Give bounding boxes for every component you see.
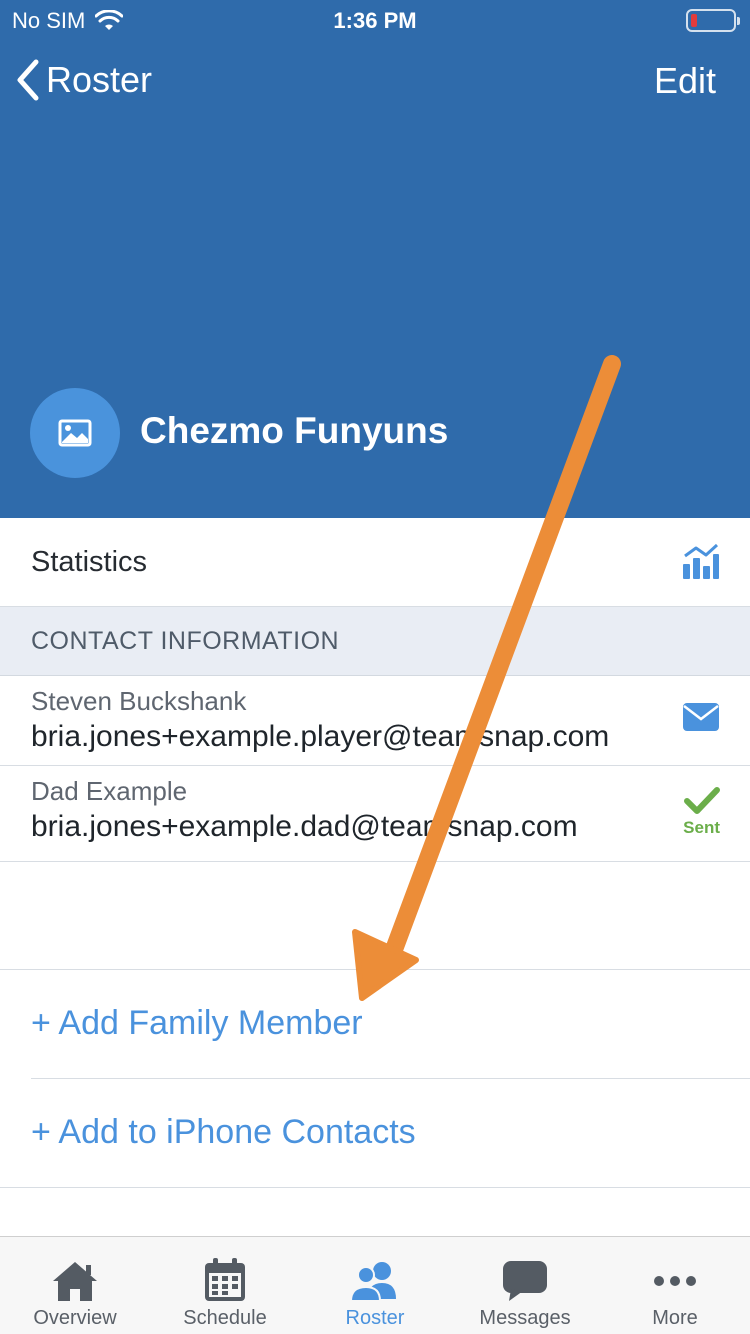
divider — [0, 1187, 750, 1188]
battery-icon — [686, 9, 740, 32]
divider — [31, 1078, 750, 1079]
statistics-row[interactable]: Statistics — [0, 518, 750, 607]
envelope-icon — [683, 703, 719, 731]
calendar-icon — [205, 1258, 245, 1301]
contact-name: Dad Example — [31, 776, 188, 806]
invite-status: Sent — [683, 786, 720, 838]
contact-email: bria.jones+example.player@teamsnap.com — [31, 720, 610, 753]
contact-row[interactable]: Dad Example bria.jones+example.dad@teams… — [0, 766, 750, 862]
team-avatar[interactable] — [30, 388, 120, 478]
tab-label: Schedule — [183, 1307, 267, 1329]
contact-email: bria.jones+example.dad@teamsnap.com — [31, 810, 578, 843]
team-name: Chezmo Funyuns — [140, 410, 449, 451]
edit-button[interactable]: Edit — [654, 60, 716, 102]
tab-roster[interactable]: Roster — [300, 1237, 450, 1334]
statistics-chart-icon — [683, 543, 719, 579]
checkmark-icon — [683, 787, 720, 814]
tab-label: More — [652, 1307, 698, 1329]
image-placeholder-icon — [58, 419, 92, 447]
chat-bubble-icon — [503, 1261, 547, 1301]
add-family-member-button[interactable]: + Add Family Member — [31, 1004, 363, 1043]
tab-schedule[interactable]: Schedule — [150, 1237, 300, 1334]
sent-label: Sent — [683, 818, 720, 837]
add-to-iphone-contacts-button[interactable]: + Add to iPhone Contacts — [31, 1113, 416, 1152]
section-title: CONTACT INFORMATION — [31, 626, 340, 655]
tab-messages[interactable]: Messages — [450, 1237, 600, 1334]
status-time: 1:36 PM — [333, 8, 417, 33]
contact-row[interactable]: Steven Buckshank bria.jones+example.play… — [0, 676, 750, 766]
tab-label: Overview — [33, 1307, 117, 1329]
tab-bar: Overview Schedule Roster Messages More — [0, 1236, 750, 1334]
house-icon — [53, 1262, 97, 1301]
people-icon — [349, 1262, 396, 1302]
header: No SIM 1:36 PM Roster Edit Chezmo Funyun… — [0, 0, 750, 518]
tab-overview[interactable]: Overview — [0, 1237, 150, 1334]
contact-action[interactable] — [682, 702, 720, 732]
ellipsis-icon — [654, 1276, 696, 1286]
contact-name: Steven Buckshank — [31, 686, 247, 716]
status-bar: No SIM 1:36 PM — [0, 0, 750, 40]
statistics-label: Statistics — [31, 545, 148, 578]
tab-label: Roster — [345, 1307, 405, 1329]
divider — [0, 969, 750, 970]
tab-label: Messages — [479, 1307, 571, 1329]
back-label: Roster — [46, 59, 153, 100]
contact-section-header: CONTACT INFORMATION — [0, 607, 750, 676]
back-button[interactable]: Roster — [14, 58, 152, 102]
chevron-left-icon — [17, 59, 39, 101]
tab-more[interactable]: More — [600, 1237, 750, 1334]
